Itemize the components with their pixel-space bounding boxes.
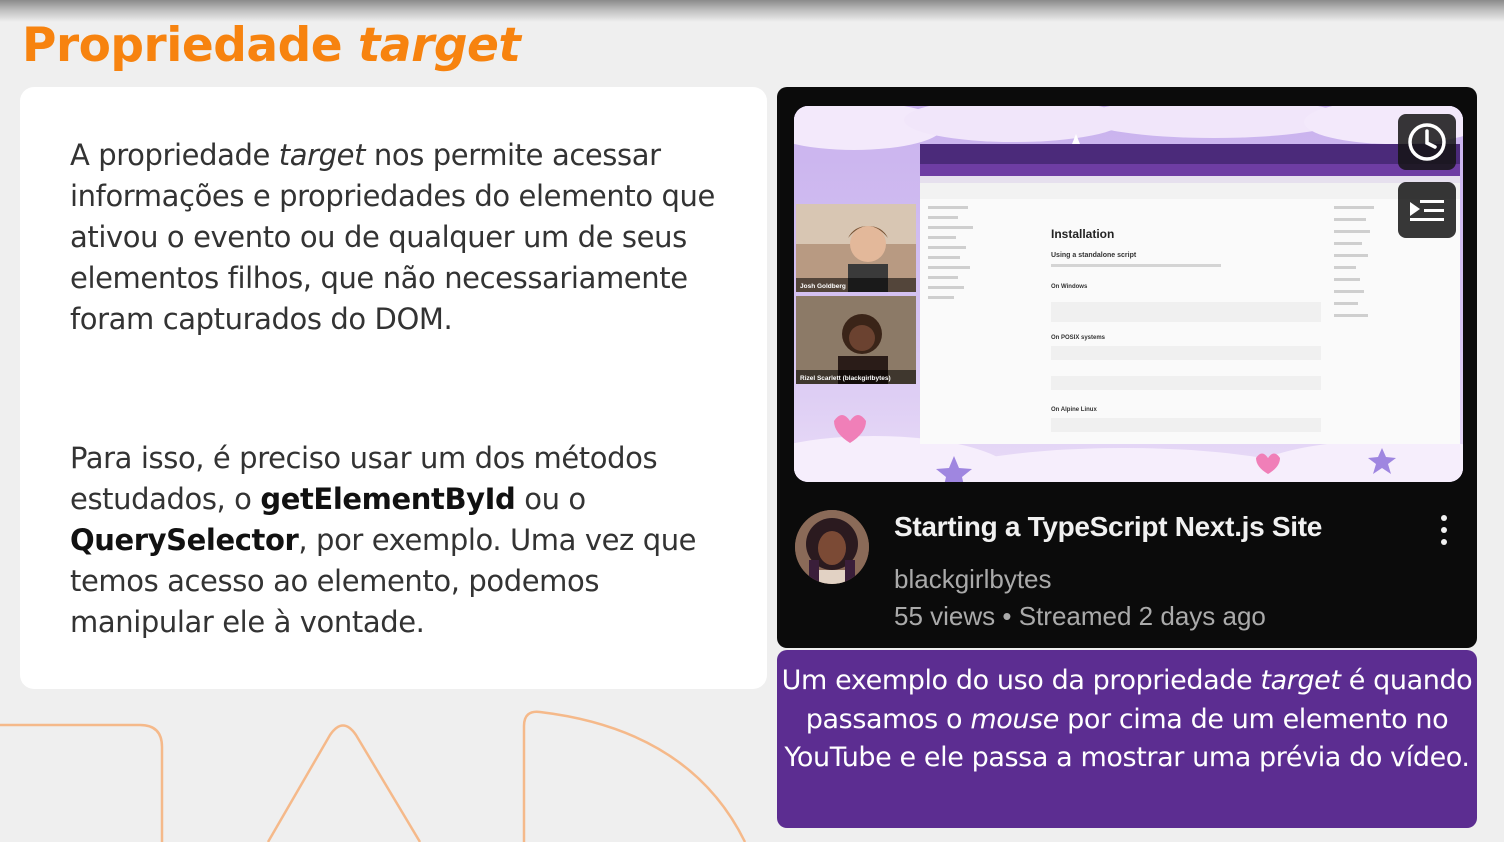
thumb-section-alpine: On Alpine Linux (1051, 407, 1097, 413)
thumb-doc-heading: Installation (1051, 227, 1114, 241)
thumbnail-artwork: Installation Using a standalone script O… (794, 106, 1463, 482)
thumb-webcam-name-2: Rizel Scarlett (blackgirlbytes) (800, 375, 891, 382)
more-vert-icon (1437, 515, 1451, 545)
streamed-date: Streamed 2 days ago (1018, 601, 1266, 631)
decorative-outline-shapes (0, 710, 747, 842)
thumb-webcam-name-1: Josh Goldberg (800, 283, 846, 290)
thumb-doc-subheading: Using a standalone script (1051, 252, 1137, 259)
paragraph-target-description: A propriedade target nos permite acessar… (70, 138, 715, 336)
watch-later-button[interactable] (1398, 114, 1456, 170)
thumb-section-windows: On Windows (1051, 284, 1088, 290)
example-caption: Um exemplo do uso da propriedade target … (777, 650, 1477, 828)
meta-separator: • (1002, 601, 1012, 631)
slide-title: Propriedade target (22, 18, 521, 73)
thumb-section-posix: On POSIX systems (1051, 335, 1106, 341)
channel-avatar[interactable] (795, 510, 869, 584)
avatar-portrait (795, 510, 869, 584)
more-actions-button[interactable] (1437, 515, 1451, 551)
paragraph-methods: Para isso, é preciso usar um dos métodos… (70, 441, 697, 639)
explanation-card: A propriedade target nos permite acessar… (20, 87, 767, 689)
clock-icon (1408, 123, 1446, 161)
video-title[interactable]: Starting a TypeScript Next.js Site (894, 511, 1322, 543)
view-count: 55 views (894, 601, 996, 631)
youtube-video-card[interactable]: Installation Using a standalone script O… (777, 87, 1477, 648)
queue-icon (1410, 200, 1444, 221)
add-to-queue-button[interactable] (1398, 182, 1456, 238)
video-thumbnail[interactable]: Installation Using a standalone script O… (794, 106, 1463, 482)
video-metadata: 55 views • Streamed 2 days ago (894, 601, 1266, 632)
channel-name[interactable]: blackgirlbytes (894, 564, 1052, 595)
